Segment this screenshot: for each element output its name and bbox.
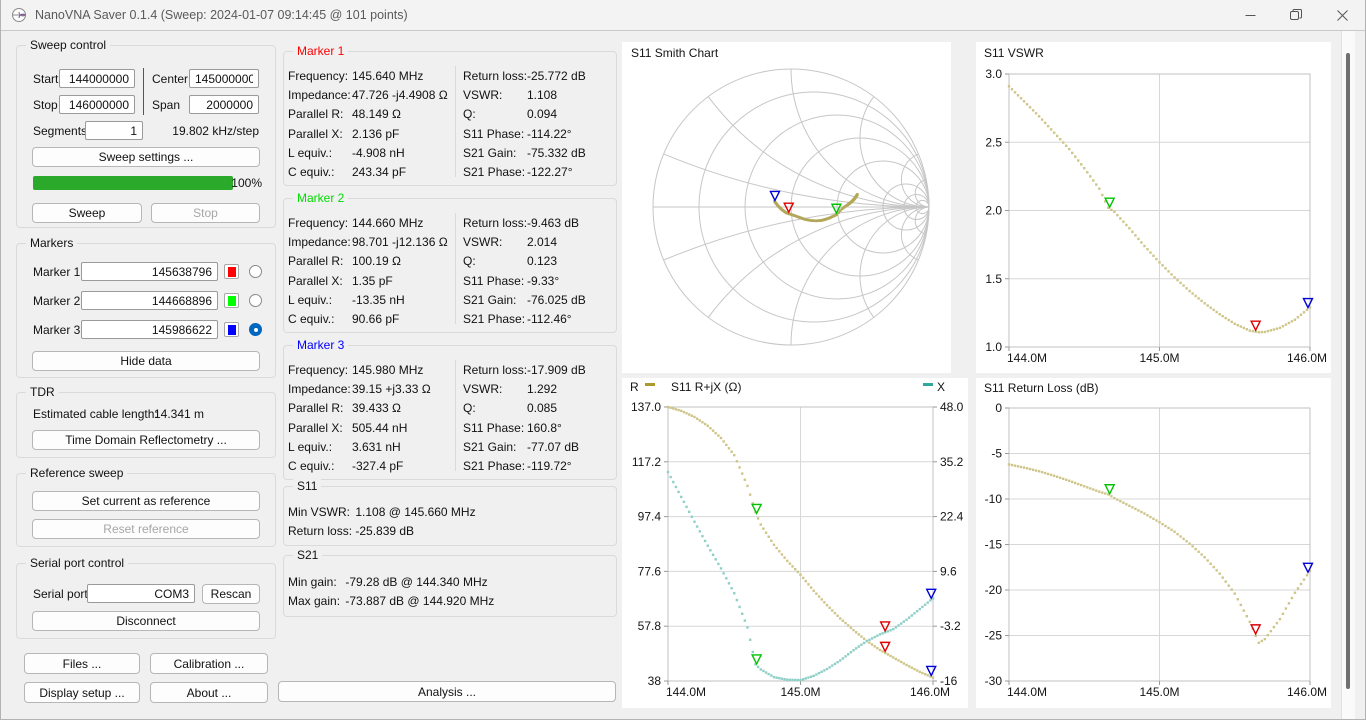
svg-text:R: R: [630, 380, 639, 394]
svg-text:146.0M: 146.0M: [1287, 685, 1327, 699]
svg-text:146.0M: 146.0M: [1287, 351, 1327, 365]
svg-text:-10: -10: [985, 492, 1003, 506]
svg-text:1.5: 1.5: [985, 272, 1002, 286]
svg-text:146.0M: 146.0M: [910, 685, 950, 699]
svg-text:S11 Return Loss (dB): S11 Return Loss (dB): [984, 381, 1099, 395]
svg-text:144.0M: 144.0M: [666, 685, 706, 699]
svg-text:0: 0: [995, 401, 1002, 415]
svg-text:-5: -5: [991, 447, 1002, 461]
svg-text:38: 38: [648, 674, 662, 688]
svg-text:S11 Smith Chart: S11 Smith Chart: [631, 46, 719, 60]
svg-text:145.0M: 145.0M: [1139, 685, 1179, 699]
scrollbar-thumb[interactable]: [1346, 53, 1350, 689]
svg-text:-20: -20: [985, 583, 1003, 597]
charts-scrollbar[interactable]: [1341, 31, 1355, 719]
svg-text:97.4: 97.4: [638, 510, 662, 524]
svg-text:3.0: 3.0: [985, 67, 1002, 81]
svg-text:48.0: 48.0: [940, 400, 964, 414]
svg-text:9.6: 9.6: [940, 564, 957, 578]
svg-text:145.0M: 145.0M: [780, 685, 820, 699]
svg-text:117.2: 117.2: [632, 455, 661, 469]
svg-text:S11 R+jX (Ω): S11 R+jX (Ω): [671, 380, 741, 394]
svg-text:137.0: 137.0: [631, 400, 661, 414]
svg-text:1.0: 1.0: [985, 340, 1002, 354]
svg-text:144.0M: 144.0M: [1007, 351, 1047, 365]
charts-canvas[interactable]: S11 Smith Chart 3.0 2.5 2.0 1.5 1.0 144.0M 145.…: [0, 0, 1366, 720]
svg-text:-3.2: -3.2: [940, 619, 961, 633]
svg-text:57.8: 57.8: [638, 619, 662, 633]
svg-text:S11 VSWR: S11 VSWR: [984, 46, 1044, 60]
svg-text:X: X: [937, 380, 945, 394]
svg-text:144.0M: 144.0M: [1007, 685, 1047, 699]
app-window: NanoVNA Saver 0.1.4 (Sweep: 2024-01-07 0…: [0, 0, 1366, 720]
svg-text:-30: -30: [985, 674, 1003, 688]
svg-text:35.2: 35.2: [940, 455, 964, 469]
svg-text:22.4: 22.4: [940, 510, 964, 524]
svg-text:-15: -15: [985, 538, 1003, 552]
svg-text:145.0M: 145.0M: [1139, 351, 1179, 365]
svg-text:77.6: 77.6: [638, 564, 662, 578]
svg-text:-25: -25: [985, 629, 1003, 643]
svg-text:2.5: 2.5: [985, 135, 1002, 149]
svg-text:2.0: 2.0: [985, 204, 1002, 218]
